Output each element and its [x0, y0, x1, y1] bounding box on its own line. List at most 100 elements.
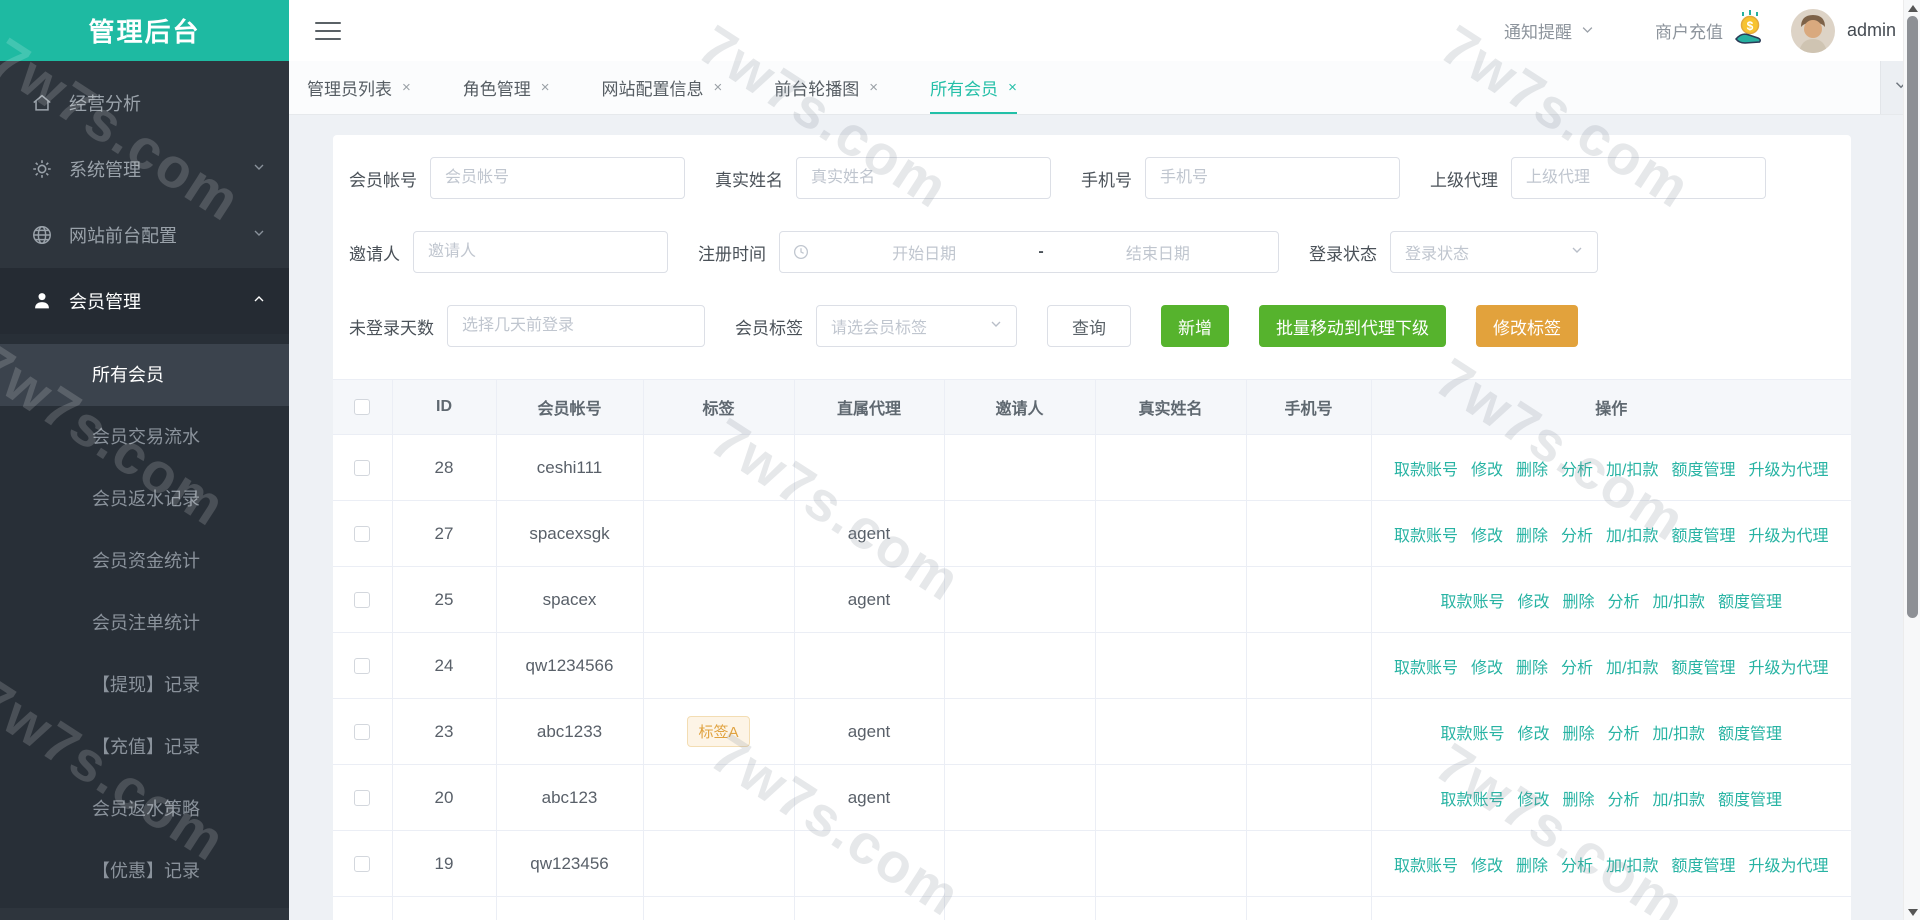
action-link[interactable]: 升级为代理: [1749, 522, 1829, 546]
action-link[interactable]: 分析: [1608, 786, 1640, 810]
action-link[interactable]: 删除: [1563, 786, 1595, 810]
tab-管理员列表[interactable]: 管理员列表 ×: [307, 61, 411, 114]
close-icon[interactable]: ×: [541, 79, 550, 96]
action-link[interactable]: 加/扣款: [1653, 786, 1705, 810]
action-link[interactable]: 额度管理: [1671, 522, 1735, 546]
action-link[interactable]: 升级为代理: [1749, 654, 1829, 678]
row-checkbox[interactable]: [354, 460, 371, 477]
sidebar-subitem[interactable]: 会员交易流水: [0, 406, 289, 468]
close-icon[interactable]: ×: [1008, 79, 1017, 96]
真实姓名-input[interactable]: [796, 157, 1051, 199]
action-link[interactable]: 加/扣款: [1606, 456, 1658, 480]
row-checkbox[interactable]: [354, 526, 371, 543]
row-checkbox[interactable]: [354, 724, 371, 741]
action-link[interactable]: 取款账号: [1394, 522, 1458, 546]
action-link[interactable]: 修改: [1471, 522, 1503, 546]
sidebar-subitem[interactable]: 会员资金统计: [0, 530, 289, 592]
sidebar-subitem[interactable]: 【充值】记录: [0, 716, 289, 778]
action-link[interactable]: 加/扣款: [1606, 654, 1658, 678]
action-link[interactable]: 修改: [1471, 456, 1503, 480]
sidebar-item-analysis[interactable]: 经营分析: [0, 70, 289, 136]
action-link[interactable]: 额度管理: [1671, 456, 1735, 480]
action-link[interactable]: 修改: [1471, 852, 1503, 876]
会员帐号-input[interactable]: [430, 157, 685, 199]
tab-所有会员[interactable]: 所有会员 ×: [930, 61, 1017, 114]
sidebar-item-system[interactable]: 系统管理: [0, 136, 289, 202]
action-link[interactable]: 取款账号: [1440, 720, 1504, 744]
action-link[interactable]: 加/扣款: [1606, 522, 1658, 546]
close-icon[interactable]: ×: [402, 79, 411, 96]
action-link[interactable]: 额度管理: [1718, 588, 1782, 612]
action-link[interactable]: 取款账号: [1440, 786, 1504, 810]
scroll-down-arrow[interactable]: [1904, 904, 1920, 920]
cell-id: 19: [392, 830, 497, 897]
上级代理-input[interactable]: [1511, 157, 1766, 199]
member-tag-select[interactable]: 请选会员标签: [816, 305, 1017, 347]
action-link[interactable]: 修改: [1518, 720, 1550, 744]
date-range-picker[interactable]: 开始日期 - 结束日期: [779, 231, 1279, 273]
close-icon[interactable]: ×: [714, 79, 723, 96]
sidebar-subitem[interactable]: 【优惠】记录: [0, 840, 289, 902]
edit-tag-button[interactable]: 修改标签: [1476, 305, 1578, 347]
close-icon[interactable]: ×: [869, 79, 878, 96]
row-checkbox[interactable]: [354, 856, 371, 873]
cell-inviter: [944, 698, 1096, 765]
action-link[interactable]: 删除: [1516, 654, 1548, 678]
action-link[interactable]: 分析: [1561, 654, 1593, 678]
select-all-checkbox[interactable]: [354, 398, 371, 415]
action-link[interactable]: 升级为代理: [1749, 852, 1829, 876]
row-checkbox[interactable]: [354, 592, 371, 609]
action-link[interactable]: 取款账号: [1394, 654, 1458, 678]
action-link[interactable]: 取款账号: [1394, 456, 1458, 480]
action-link[interactable]: 加/扣款: [1653, 720, 1705, 744]
members-card: 会员帐号真实姓名手机号上级代理 邀请人 注册时间 开始日期 -: [333, 135, 1851, 920]
menu-toggle-icon[interactable]: [313, 19, 343, 43]
action-link[interactable]: 删除: [1516, 456, 1548, 480]
action-link[interactable]: 修改: [1518, 786, 1550, 810]
action-link[interactable]: 删除: [1563, 588, 1595, 612]
action-link[interactable]: 取款账号: [1394, 852, 1458, 876]
action-link[interactable]: 加/扣款: [1653, 588, 1705, 612]
action-link[interactable]: 分析: [1561, 852, 1593, 876]
scrollbar-thumb[interactable]: [1907, 16, 1918, 618]
batch-move-button[interactable]: 批量移动到代理下级: [1259, 305, 1446, 347]
search-button[interactable]: 查询: [1047, 305, 1131, 347]
sidebar-subitem[interactable]: 所有会员: [0, 344, 289, 406]
row-checkbox[interactable]: [354, 790, 371, 807]
sidebar-item-site-config[interactable]: 网站前台配置: [0, 202, 289, 268]
row-checkbox[interactable]: [354, 658, 371, 675]
action-link[interactable]: 加/扣款: [1606, 852, 1658, 876]
action-link[interactable]: 取款账号: [1440, 588, 1504, 612]
action-link[interactable]: 修改: [1471, 654, 1503, 678]
inviter-input[interactable]: [413, 231, 668, 273]
tab-角色管理[interactable]: 角色管理 ×: [463, 61, 550, 114]
scroll-up-arrow[interactable]: [1904, 0, 1920, 16]
tab-前台轮播图[interactable]: 前台轮播图 ×: [774, 61, 878, 114]
action-link[interactable]: 分析: [1561, 456, 1593, 480]
user-menu[interactable]: admin: [1790, 8, 1896, 53]
action-link[interactable]: 额度管理: [1671, 852, 1735, 876]
merchant-recharge-button[interactable]: 商户充值 $: [1655, 9, 1767, 52]
action-link[interactable]: 修改: [1518, 588, 1550, 612]
sidebar-subitem[interactable]: 【提现】记录: [0, 654, 289, 716]
no-login-days-input[interactable]: [447, 305, 705, 347]
action-link[interactable]: 额度管理: [1718, 786, 1782, 810]
sidebar-subitem[interactable]: 会员注单统计: [0, 592, 289, 654]
tab-网站配置信息[interactable]: 网站配置信息 ×: [602, 61, 723, 114]
action-link[interactable]: 额度管理: [1718, 720, 1782, 744]
action-link[interactable]: 升级为代理: [1749, 456, 1829, 480]
action-link[interactable]: 额度管理: [1671, 654, 1735, 678]
action-link[interactable]: 删除: [1516, 522, 1548, 546]
手机号-input[interactable]: [1145, 157, 1400, 199]
sidebar-item-members[interactable]: 会员管理: [0, 268, 289, 334]
sidebar-subitem[interactable]: 会员返水策略: [0, 778, 289, 840]
action-link[interactable]: 分析: [1608, 720, 1640, 744]
add-button[interactable]: 新增: [1161, 305, 1229, 347]
login-status-select[interactable]: 登录状态: [1390, 231, 1598, 273]
action-link[interactable]: 删除: [1516, 852, 1548, 876]
action-link[interactable]: 分析: [1608, 588, 1640, 612]
action-link[interactable]: 分析: [1561, 522, 1593, 546]
notice-dropdown[interactable]: 通知提醒: [1504, 18, 1595, 43]
action-link[interactable]: 删除: [1563, 720, 1595, 744]
sidebar-subitem[interactable]: 会员返水记录: [0, 468, 289, 530]
